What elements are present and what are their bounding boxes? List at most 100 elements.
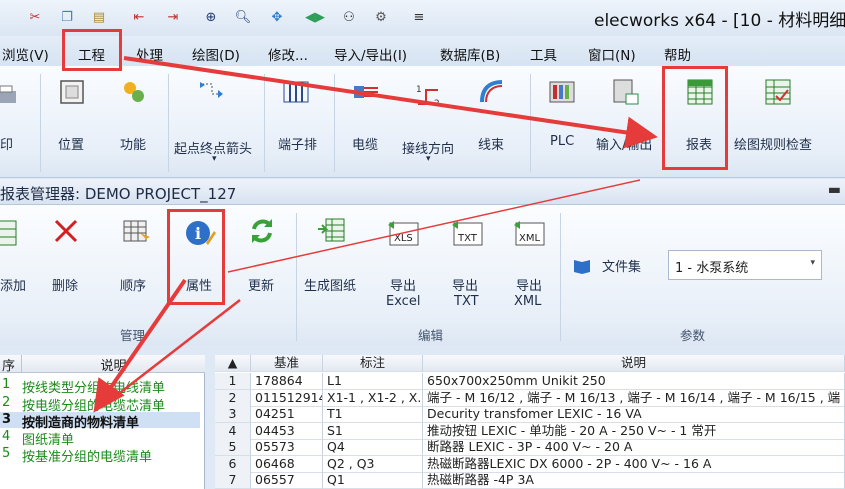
fileset-selected-value: 1 - 水泵系统	[675, 261, 749, 276]
cell-description[interactable]: Decurity transfomer LEXIC - 16 VA	[423, 406, 845, 423]
export-excel-label-2[interactable]: Excel	[386, 294, 420, 309]
order-button[interactable]: 顺序	[120, 275, 146, 294]
row-number[interactable]: 7	[215, 472, 251, 489]
previous-view-icon[interactable]: ◀▶	[305, 8, 325, 26]
chevron-down-icon[interactable]: ▾	[810, 258, 815, 268]
menu-import-export[interactable]: 导入/导出(I)	[334, 44, 407, 64]
panel-minimize-icon[interactable]: ▬	[828, 182, 841, 198]
ribbon-terminal-strip-button[interactable]: 端子排	[278, 134, 317, 153]
cell-description[interactable]: 热磁断路器 -4P 3A	[423, 472, 845, 489]
binoculars-icon[interactable]: ⚇	[340, 8, 358, 26]
export-xml-label-1[interactable]: 导出	[516, 275, 542, 294]
export-txt-label-1[interactable]: 导出	[452, 275, 478, 294]
origin-destination-arrow-icon	[200, 82, 223, 98]
group-parameters-label: 参数	[680, 328, 706, 343]
column-header-order[interactable]: 序	[0, 355, 22, 374]
input-output-icon	[613, 79, 639, 105]
cell-mark[interactable]: L1	[323, 373, 423, 390]
group-edit-label: 编辑	[418, 328, 444, 343]
update-button[interactable]: 更新	[248, 275, 274, 294]
scissors-icon[interactable]: ✂	[26, 8, 44, 26]
export-xml-label-2[interactable]: XML	[514, 294, 541, 309]
list-item[interactable]: 4 图纸清单	[0, 429, 205, 448]
cell-mark[interactable]: Q1	[323, 472, 423, 489]
cable-icon	[354, 86, 378, 98]
menu-database[interactable]: 数据库(B)	[440, 44, 500, 64]
copy-icon[interactable]: ❐	[58, 8, 76, 26]
ribbon-location-button[interactable]: 位置	[58, 134, 84, 153]
menu-window[interactable]: 窗口(N)	[588, 44, 636, 64]
row-number[interactable]: 3	[215, 406, 251, 423]
column-header-mark[interactable]: 标注	[323, 355, 423, 372]
menu-draw[interactable]: 绘图(D)	[192, 44, 240, 64]
cell-mark[interactable]: Q2 , Q3	[323, 455, 423, 473]
export-icon[interactable]: ⇥	[164, 8, 182, 26]
menu-view[interactable]: 浏览(V)	[2, 44, 49, 64]
plc-icon	[549, 81, 575, 103]
ribbon-function-button[interactable]: 功能	[120, 134, 146, 153]
cell-reference[interactable]: 04453	[251, 422, 323, 440]
dropdown-arrow-icon[interactable]: ▾	[212, 154, 217, 164]
cell-description[interactable]: 650x700x250mm Unikit 250	[423, 373, 845, 390]
export-txt-icon: TXT	[452, 221, 483, 246]
column-header-description[interactable]: 说明	[22, 355, 205, 374]
cell-reference[interactable]: 178864	[251, 373, 323, 390]
cell-mark[interactable]: X1-1 , X1-2 , X...	[323, 389, 423, 407]
cell-description[interactable]: 推动按钮 LEXIC - 单功能 - 20 A - 250 V~ - 1 常开	[423, 422, 845, 440]
sort-indicator-icon[interactable]: ▲	[215, 355, 251, 372]
export-excel-icon: XLS	[388, 221, 419, 246]
cell-description[interactable]: 端子 - M 16/12 , 端子 - M 16/13 , 端子 - M 16/…	[423, 389, 845, 407]
column-header-reference[interactable]: 基准	[251, 355, 323, 372]
ribbon-cable-button[interactable]: 电缆	[352, 134, 378, 153]
cell-reference[interactable]: 05573	[251, 439, 323, 456]
cell-reference[interactable]: 011512914	[251, 389, 323, 407]
fileset-dropdown[interactable]: 1 - 水泵系统 ▾	[668, 250, 822, 280]
ribbon-input-output-button[interactable]: 输入/输出	[596, 134, 652, 153]
row-number[interactable]: 1	[215, 373, 251, 390]
cell-description[interactable]: 断路器 LEXIC - 3P - 400 V~ - 20 A	[423, 439, 845, 456]
cell-reference[interactable]: 06468	[251, 455, 323, 473]
list-item[interactable]: 1 按线类型分组的电线清单	[0, 377, 205, 396]
row-number[interactable]: 5	[215, 439, 251, 456]
row-number[interactable]: 4	[215, 422, 251, 440]
ribbon-harness-button[interactable]: 线束	[478, 134, 504, 153]
zoom-window-icon[interactable]: ⊕	[202, 8, 220, 26]
cell-mark[interactable]: T1	[323, 406, 423, 423]
paste-icon[interactable]: ▤	[90, 8, 108, 26]
list-item[interactable]: 2 按电缆分组的电缆芯清单	[0, 395, 205, 414]
settings-icon[interactable]: ⚙	[372, 8, 390, 26]
wire-direction-icon: 12	[416, 85, 440, 109]
cell-mark[interactable]: S1	[323, 422, 423, 440]
generate-drawing-button[interactable]: 生成图纸	[304, 275, 356, 294]
column-header-description[interactable]: 说明	[423, 355, 845, 372]
add-button[interactable]: 添加	[0, 275, 26, 294]
list-item-selected[interactable]: 3 按制造商的物料清单	[0, 412, 200, 431]
printer-icon	[0, 85, 16, 103]
harness-icon	[480, 80, 503, 103]
pan-icon[interactable]: ✥	[268, 8, 286, 26]
function-icon	[124, 82, 144, 102]
row-number[interactable]: 6	[215, 455, 251, 473]
zoom-icon[interactable]: 🔍︎	[234, 8, 252, 26]
menu-modify[interactable]: 修改...	[268, 44, 308, 64]
ribbon-drawing-rule-check-button[interactable]: 绘图规则检查	[734, 134, 812, 153]
cell-description[interactable]: 热磁断路器LEXIC DX 6000 - 2P - 400 V~ - 16 A	[423, 455, 845, 473]
menu-help[interactable]: 帮助	[664, 44, 691, 64]
highlight-box-report-button	[662, 66, 728, 170]
ribbon-plc-button[interactable]: PLC	[550, 134, 574, 149]
ribbon-print-label[interactable]: 印	[0, 134, 13, 153]
dropdown-arrow-icon[interactable]: ▾	[426, 154, 431, 164]
cell-reference[interactable]: 06557	[251, 472, 323, 489]
import-icon[interactable]: ⇤	[130, 8, 148, 26]
export-excel-label-1[interactable]: 导出	[390, 275, 416, 294]
menu-tools[interactable]: 工具	[530, 44, 557, 64]
cell-reference[interactable]: 04251	[251, 406, 323, 423]
row-number[interactable]: 2	[215, 389, 251, 407]
delete-button[interactable]: 删除	[52, 275, 78, 294]
list-item[interactable]: 5 按基准分组的电缆清单	[0, 446, 205, 465]
qat-customize-icon[interactable]: ≡	[410, 8, 428, 26]
txt-badge: TXT	[457, 233, 478, 244]
cell-mark[interactable]: Q4	[323, 439, 423, 456]
export-txt-label-2[interactable]: TXT	[454, 294, 479, 309]
menu-process[interactable]: 处理	[136, 44, 163, 64]
